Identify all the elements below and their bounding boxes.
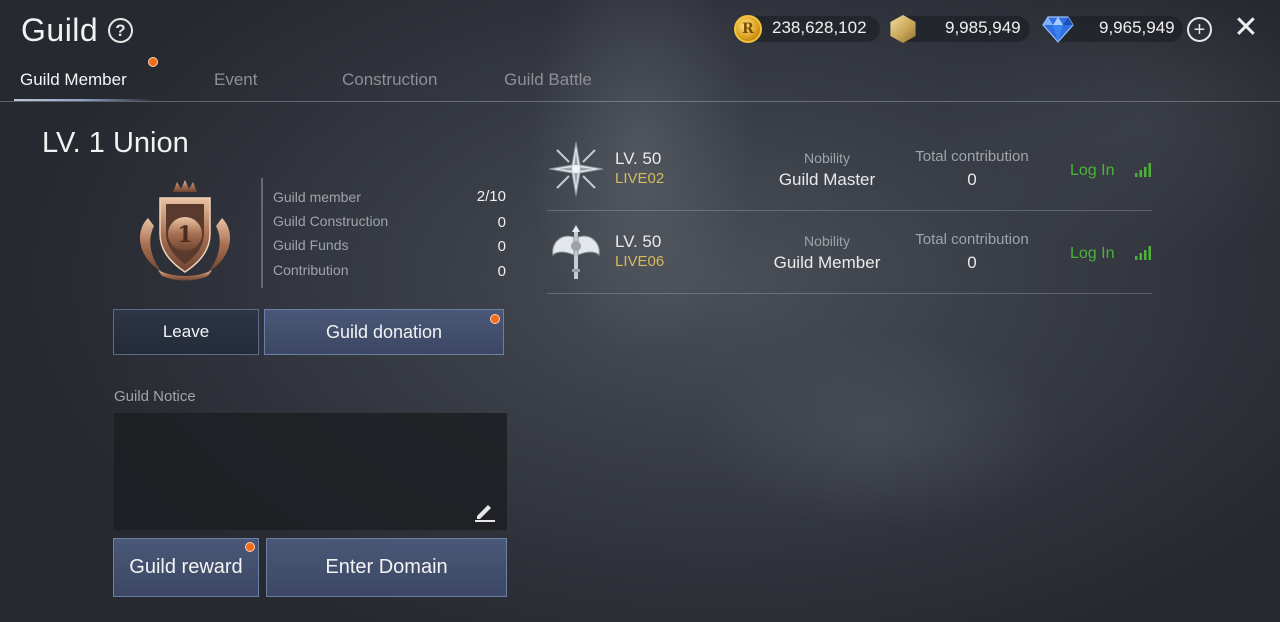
- compass-star-icon: [547, 140, 605, 198]
- member-contribution-header: Total contribution: [915, 148, 1029, 165]
- member-contribution: 0: [967, 170, 977, 189]
- member-level: LV. 50: [615, 232, 662, 251]
- stats-divider: [261, 178, 263, 288]
- member-nobility-header: Nobility: [804, 150, 850, 166]
- blue-diamond-icon: [1042, 14, 1074, 44]
- member-status: Log In: [1070, 245, 1115, 262]
- gold-currency-value: 238,628,102: [772, 18, 867, 37]
- edit-notice-pencil-icon[interactable]: [473, 499, 497, 523]
- gold-coin-icon: R: [734, 14, 762, 44]
- tab-construction[interactable]: Construction: [342, 70, 437, 90]
- enter-domain-button[interactable]: Enter Domain: [266, 538, 507, 597]
- stat-label-contribution: Contribution: [273, 262, 349, 278]
- member-nobility: Guild Member: [773, 253, 881, 272]
- member-level: LV. 50: [615, 149, 662, 168]
- stat-label-guild-funds: Guild Funds: [273, 237, 349, 253]
- reward-notification-dot: [245, 542, 255, 552]
- guild-level-title: LV. 1 Union: [42, 127, 189, 159]
- tab-guild-member[interactable]: Guild Member: [20, 70, 127, 90]
- member-name: LIVE02: [615, 170, 665, 187]
- gem-currency-value: 9,985,949: [945, 18, 1021, 37]
- member-contribution: 0: [967, 253, 977, 272]
- member-nobility-header: Nobility: [804, 233, 850, 249]
- stat-value-guild-construction: 0: [497, 214, 506, 231]
- guild-reward-button[interactable]: Guild reward: [113, 538, 259, 597]
- tab-guild-battle[interactable]: Guild Battle: [504, 70, 592, 90]
- guild-emblem-icon: 1: [128, 178, 242, 282]
- tab-bar: Guild Member Event Construction Guild Ba…: [0, 70, 1280, 102]
- add-currency-plus-icon[interactable]: +: [1187, 17, 1212, 42]
- leave-button[interactable]: Leave: [113, 309, 259, 355]
- stat-value-contribution: 0: [497, 263, 506, 280]
- tab-notification-dot: [148, 57, 158, 67]
- diamond-currency-value: 9,965,949: [1099, 18, 1175, 37]
- hex-gem-icon: [889, 14, 917, 44]
- signal-bars-icon: [1135, 163, 1151, 177]
- member-row[interactable]: LV. 50 LIVE02 Nobility Guild Master Tota…: [547, 128, 1152, 211]
- guild-donation-button[interactable]: Guild donation: [264, 309, 504, 355]
- guild-notice-box: [114, 413, 507, 530]
- donation-notification-dot: [490, 314, 500, 324]
- stat-label-guild-construction: Guild Construction: [273, 213, 389, 229]
- help-icon[interactable]: ?: [108, 18, 134, 43]
- member-status: Log In: [1070, 162, 1115, 179]
- signal-bars-icon: [1135, 246, 1151, 260]
- member-nobility: Guild Master: [778, 170, 876, 189]
- close-icon[interactable]: ✕: [1232, 13, 1260, 43]
- stat-value-guild-funds: 0: [497, 238, 506, 255]
- tab-event[interactable]: Event: [214, 70, 257, 90]
- member-row[interactable]: LV. 50 LIVE06 Nobility Guild Member Tota…: [547, 211, 1152, 294]
- stat-value-guild-member: 2/10: [476, 188, 506, 205]
- active-tab-indicator: [14, 99, 154, 101]
- emblem-number: 1: [177, 222, 192, 248]
- battle-axe-icon: [547, 223, 605, 281]
- page-title-text: Guild: [21, 12, 99, 48]
- member-name: LIVE06: [615, 253, 665, 270]
- guild-notice-label: Guild Notice: [114, 388, 196, 405]
- page-title: Guild ?: [21, 12, 134, 49]
- stat-label-guild-member: Guild member: [273, 189, 361, 205]
- member-contribution-header: Total contribution: [915, 231, 1029, 248]
